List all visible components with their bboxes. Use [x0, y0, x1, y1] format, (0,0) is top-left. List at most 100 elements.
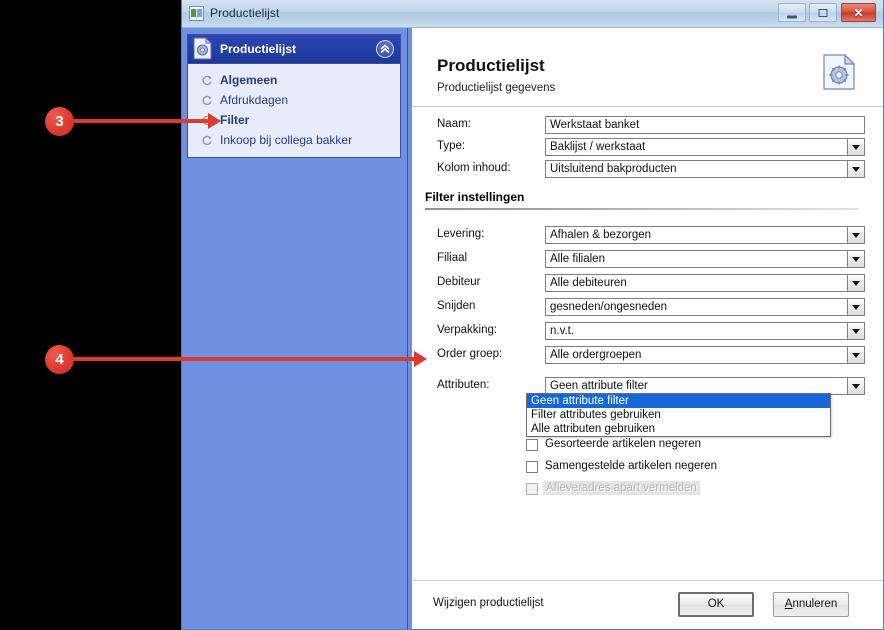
order-groep-select[interactable]: Alle ordergroepen	[545, 346, 865, 364]
field-snijden: Snijden gesneden/ongesneden	[437, 298, 865, 316]
chevron-down-icon[interactable]	[847, 227, 864, 243]
content-inner: Productielijst Productielijst gegevens N…	[413, 28, 883, 629]
sidebar-item-label: Filter	[220, 113, 250, 127]
field-order-groep: Order groep: Alle ordergroepen	[437, 346, 865, 364]
gear-document-icon	[193, 37, 212, 60]
arrow-circle-icon	[202, 135, 212, 146]
chevron-down-icon[interactable]	[847, 275, 864, 291]
checkbox-samengestelde-artikelen-negeren[interactable]	[526, 461, 538, 473]
type-select[interactable]: Baklijst / werkstaat	[545, 138, 865, 156]
annotation-line-4	[72, 357, 420, 361]
chevron-down-icon[interactable]	[847, 139, 864, 155]
field-filiaal: Filiaal Alle filialen	[437, 250, 865, 268]
sidebar-item-label: Inkoop bij collega bakker	[220, 133, 353, 147]
snijden-value: gesneden/ongesneden	[550, 301, 668, 313]
checkbox-label: Gesorteerde artikelen negeren	[545, 438, 701, 450]
sidebar-collapse-button[interactable]	[376, 40, 394, 58]
close-icon: ✕	[853, 5, 864, 20]
minimize-icon	[787, 15, 797, 18]
chevron-down-icon[interactable]	[847, 378, 864, 394]
naam-value: Werkstaat banket	[550, 119, 640, 131]
field-kolom-inhoud: Kolom inhoud: Uitsluitend bakproducten	[437, 160, 865, 178]
dropdown-option-alle-attributen-gebruiken[interactable]: Alle attributen gebruiken	[527, 422, 830, 436]
field-label-snijden: Snijden	[437, 300, 476, 312]
sidebar-item-label: Algemeen	[220, 73, 278, 87]
levering-value: Afhalen & bezorgen	[550, 229, 652, 241]
maximize-button[interactable]	[809, 3, 837, 22]
dropdown-option-filter-attributes-gebruiken[interactable]: Filter attributes gebruiken	[527, 408, 830, 422]
field-verpakking: Verpakking: n.v.t.	[437, 322, 865, 340]
annotation-line-3	[72, 119, 214, 123]
title-bar: Productielijst ✕	[182, 0, 883, 28]
checkbox-afleveradres-apart-vermelden	[526, 483, 538, 495]
field-label-verpakking: Verpakking:	[437, 324, 498, 336]
status-text: Wijzigen productielijst	[433, 597, 544, 609]
attributen-dropdown-list[interactable]: Geen attribute filter Filter attributes …	[526, 393, 831, 437]
order-groep-value: Alle ordergroepen	[550, 349, 642, 361]
cancel-label-rest: nnuleren	[792, 598, 838, 610]
field-levering: Levering: Afhalen & bezorgen	[437, 226, 865, 244]
field-type: Type: Baklijst / werkstaat	[437, 138, 865, 156]
sidebar-item-inkoop-bij-collega-bakker[interactable]: Inkoop bij collega bakker	[188, 130, 400, 150]
debiteur-value: Alle debiteuren	[550, 277, 627, 289]
field-label-debiteur: Debiteur	[437, 276, 481, 288]
field-label-naam: Naam:	[437, 118, 471, 130]
minimize-button[interactable]	[778, 3, 806, 22]
field-label-filiaal: Filiaal	[437, 252, 468, 264]
sidebar-item-label: Afdrukdagen	[220, 93, 289, 107]
maximize-icon	[818, 8, 828, 17]
arrow-circle-icon	[202, 95, 212, 106]
group-divider	[425, 208, 859, 210]
double-chevron-up-icon	[380, 44, 390, 54]
annotation-arrowhead-4	[414, 351, 427, 367]
footer-divider	[413, 580, 883, 581]
field-label-type: Type:	[437, 140, 466, 152]
levering-select[interactable]: Afhalen & bezorgen	[545, 226, 865, 244]
type-value: Baklijst / werkstaat	[550, 141, 646, 153]
field-naam: Naam: Werkstaat banket	[437, 116, 865, 134]
chevron-down-icon[interactable]	[847, 323, 864, 339]
sidebar-header-label: Productielijst	[220, 42, 297, 56]
ok-button[interactable]: OK	[678, 592, 754, 617]
filiaal-value: Alle filialen	[550, 253, 605, 265]
dialog-window: Productielijst ✕ Productielijst Algemeen…	[181, 0, 884, 630]
kolom-inhoud-select[interactable]: Uitsluitend bakproducten	[545, 160, 865, 178]
page-title: Productielijst	[437, 56, 545, 75]
checkbox-gesorteerde-artikelen-negeren[interactable]	[526, 439, 538, 451]
window-app-icon	[189, 6, 204, 21]
attributen-value: Geen attribute filter	[550, 380, 648, 392]
checkbox-label: Samengestelde artikelen negeren	[545, 460, 717, 472]
field-debiteur: Debiteur Alle debiteuren	[437, 274, 865, 292]
page-subtitle: Productielijst gegevens	[437, 82, 556, 94]
chevron-down-icon[interactable]	[847, 299, 864, 315]
chevron-down-icon[interactable]	[847, 161, 864, 177]
debiteur-select[interactable]: Alle debiteuren	[545, 274, 865, 292]
filiaal-select[interactable]: Alle filialen	[545, 250, 865, 268]
window-body: Productielijst Algemeen Afdrukdagen Filt…	[182, 28, 883, 629]
annotation-marker-4: 4	[45, 345, 74, 374]
sidebar-item-algemeen[interactable]: Algemeen	[188, 70, 400, 90]
close-button[interactable]: ✕	[841, 3, 876, 22]
verpakking-value: n.v.t.	[550, 325, 575, 337]
sidebar-nav-panel: Productielijst Algemeen Afdrukdagen Filt…	[187, 34, 401, 158]
group-title-filter-instellingen: Filter instellingen	[425, 190, 525, 204]
content-left-strip	[408, 28, 412, 629]
dropdown-option-geen-attribute-filter[interactable]: Geen attribute filter	[527, 394, 830, 408]
window-title: Productielijst	[210, 6, 280, 20]
field-label-attributen: Attributen:	[437, 379, 490, 391]
content-panel: Productielijst Productielijst gegevens N…	[407, 28, 883, 629]
chevron-down-icon[interactable]	[847, 347, 864, 363]
sidebar-header: Productielijst	[188, 35, 400, 64]
gear-document-icon	[823, 54, 855, 90]
header-divider	[413, 106, 883, 107]
naam-input[interactable]: Werkstaat banket	[545, 116, 865, 134]
cancel-button[interactable]: Annuleren	[773, 592, 849, 617]
arrow-circle-icon	[202, 75, 212, 86]
kolom-inhoud-value: Uitsluitend bakproducten	[550, 163, 677, 175]
field-label-levering: Levering:	[437, 228, 485, 240]
chevron-down-icon[interactable]	[847, 251, 864, 267]
snijden-select[interactable]: gesneden/ongesneden	[545, 298, 865, 316]
sidebar-item-afdrukdagen[interactable]: Afdrukdagen	[188, 90, 400, 110]
sidebar-nav-list: Algemeen Afdrukdagen Filter Inkoop bij c…	[188, 64, 400, 157]
verpakking-select[interactable]: n.v.t.	[545, 322, 865, 340]
